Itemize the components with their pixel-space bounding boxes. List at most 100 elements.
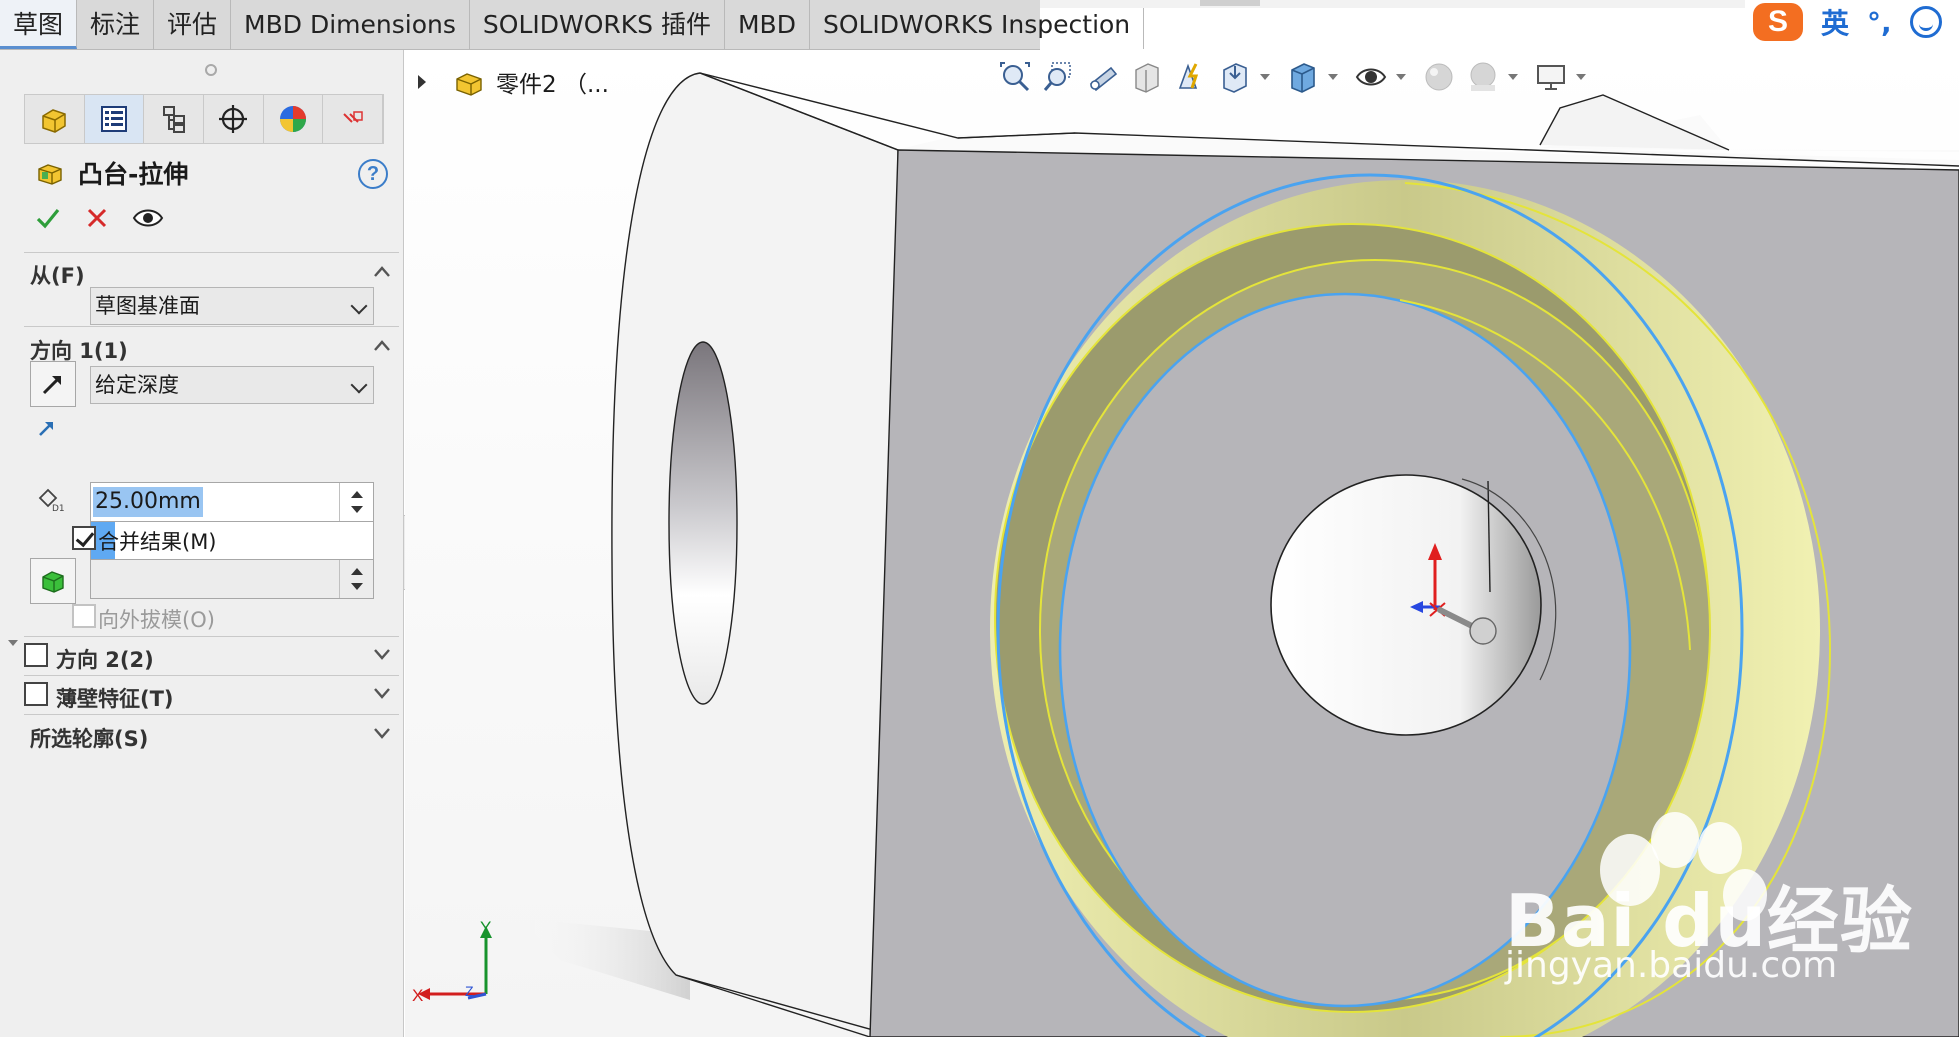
- hide-show-dropdown-icon[interactable]: [1396, 74, 1406, 80]
- merge-result-checkbox[interactable]: [72, 526, 96, 550]
- tab-dimxpert-manager[interactable]: [204, 95, 264, 143]
- boss-extrude-icon: [38, 164, 62, 185]
- start-condition-value: 草图基准面: [95, 294, 200, 318]
- chevron-down-icon[interactable]: [372, 683, 392, 703]
- start-condition-select[interactable]: 草图基准面: [90, 287, 374, 325]
- direction2-section-title[interactable]: 方向 2(2): [56, 644, 154, 674]
- depth-spinner[interactable]: [339, 483, 373, 521]
- triad-y-label: Y: [480, 918, 492, 937]
- apply-scene-button[interactable]: [1464, 57, 1502, 97]
- ime-toolbar: S 英 °,: [1745, 0, 1959, 44]
- depth-value[interactable]: 25.00mm: [93, 487, 203, 517]
- draft-outward-label: 向外拔模(O): [98, 608, 215, 632]
- ime-logo-icon[interactable]: S: [1753, 3, 1803, 41]
- configuration-icon: [162, 106, 185, 133]
- left-end-face: [611, 72, 899, 1037]
- direction2-checkbox[interactable]: [24, 643, 48, 667]
- draft-angle-spinner[interactable]: [339, 560, 373, 598]
- zoom-to-fit-icon: [1000, 62, 1030, 92]
- part-icon: [42, 109, 67, 133]
- chevron-up-icon[interactable]: [372, 336, 392, 356]
- divider: [24, 675, 399, 676]
- depth-dimension-icon: D1: [38, 488, 65, 514]
- view-settings-dropdown-icon[interactable]: [1576, 74, 1586, 80]
- zoom-to-area-icon: [1043, 62, 1071, 91]
- selected-contours-section-title[interactable]: 所选轮廓(S): [30, 723, 148, 753]
- draft-angle-input[interactable]: [90, 559, 374, 599]
- feature-header: 凸台-拉伸 ?: [36, 153, 396, 193]
- through-bore: [1270, 474, 1542, 736]
- hide-show-items-button[interactable]: [1352, 57, 1390, 97]
- expand-caret-icon[interactable]: [418, 75, 426, 89]
- edit-appearance-button[interactable]: [1420, 57, 1458, 97]
- scene-sphere-icon: [1470, 62, 1496, 91]
- help-icon[interactable]: ?: [358, 159, 388, 189]
- display-style-button[interactable]: [1284, 57, 1322, 97]
- direction-vector-icon: [39, 422, 53, 436]
- zoom-to-fit-button[interactable]: [996, 57, 1034, 97]
- feature-tree-flyout[interactable]: 零件2 （...: [418, 62, 609, 102]
- tab-property-manager[interactable]: [84, 95, 145, 143]
- display-style-dropdown-icon[interactable]: [1328, 74, 1338, 80]
- divider: [24, 636, 399, 637]
- draft-toggle-button[interactable]: [30, 558, 76, 604]
- ok-check-icon[interactable]: [34, 204, 62, 232]
- chevron-down-icon[interactable]: [372, 644, 392, 664]
- tab-feature-manager[interactable]: [25, 95, 85, 143]
- property-manager: 凸台-拉伸 ? 从(F) 草图基准面 方向 1(1) 给定深度 D1 25.00…: [0, 50, 404, 1037]
- tab-display-manager[interactable]: [264, 95, 324, 143]
- heads-up-view-toolbar: [996, 54, 1594, 100]
- command-manager-tabs: 草图 标注 评估 MBD Dimensions SOLIDWORKS 插件 MB…: [0, 0, 1145, 50]
- end-condition-select[interactable]: 给定深度: [90, 366, 374, 404]
- triad-z-label: Z: [465, 983, 474, 999]
- chevron-down-icon: [350, 376, 368, 394]
- tab-cam-manager[interactable]: [323, 95, 384, 143]
- view-orientation-icon: [1223, 63, 1247, 93]
- svg-text:D1: D1: [52, 504, 65, 514]
- action-buttons: [34, 198, 194, 238]
- chevron-up-icon[interactable]: [372, 262, 392, 282]
- depth-drag-ball[interactable]: [1469, 617, 1497, 645]
- part-name[interactable]: 零件2 （...: [496, 65, 609, 99]
- panel-grip-icon[interactable]: [205, 64, 217, 76]
- dynamic-annotation-icon: [1178, 63, 1199, 89]
- section-view-button[interactable]: [1128, 57, 1166, 97]
- dynamic-annotation-button[interactable]: [1172, 57, 1210, 97]
- appearance-ball-icon: [280, 106, 307, 132]
- depth-input[interactable]: 25.00mm: [90, 482, 374, 522]
- ime-emoji-icon[interactable]: [1909, 6, 1942, 38]
- from-section-title[interactable]: 从(F): [30, 260, 85, 290]
- view-settings-button[interactable]: [1532, 57, 1570, 97]
- view-orientation-button[interactable]: [1216, 57, 1254, 97]
- thin-feature-checkbox[interactable]: [24, 682, 48, 706]
- preview-eye-icon[interactable]: [132, 205, 164, 231]
- tab-mbd[interactable]: MBD: [725, 0, 810, 49]
- ime-language-toggle[interactable]: 英: [1821, 2, 1849, 42]
- crosshair-icon: [219, 105, 248, 133]
- reverse-direction-button[interactable]: [30, 361, 76, 407]
- chevron-down-icon[interactable]: [372, 723, 392, 743]
- zoom-to-area-button[interactable]: [1040, 57, 1078, 97]
- apply-scene-dropdown-icon[interactable]: [1508, 74, 1518, 80]
- cam-icon: [342, 111, 363, 123]
- view-orientation-dropdown-icon[interactable]: [1260, 74, 1270, 80]
- previous-view-button[interactable]: [1084, 57, 1122, 97]
- chevron-down-icon: [350, 297, 368, 315]
- ime-punctuation-toggle[interactable]: °,: [1867, 6, 1892, 39]
- draft-outward-checkbox[interactable]: [72, 604, 96, 628]
- thin-feature-section-title[interactable]: 薄壁特征(T): [56, 683, 174, 713]
- tab-evaluate[interactable]: 评估: [154, 0, 232, 49]
- side-hole: [668, 341, 738, 705]
- cancel-x-icon[interactable]: [84, 205, 110, 231]
- tab-solidworks-addins[interactable]: SOLIDWORKS 插件: [470, 0, 725, 49]
- monitor-icon: [1537, 65, 1565, 90]
- feature-title: 凸台-拉伸: [78, 160, 189, 189]
- watermark-url: jingyan.baidu.com: [1505, 945, 1838, 986]
- divider: [24, 326, 399, 327]
- tab-configuration-manager[interactable]: [144, 95, 205, 143]
- panel-collapse-arrow-icon[interactable]: [8, 640, 18, 646]
- tab-mbd-dimensions[interactable]: MBD Dimensions: [231, 0, 470, 49]
- triad-x-label: X: [412, 986, 424, 1005]
- tab-markup[interactable]: 标注: [77, 0, 155, 49]
- tab-sketch[interactable]: 草图: [0, 0, 78, 49]
